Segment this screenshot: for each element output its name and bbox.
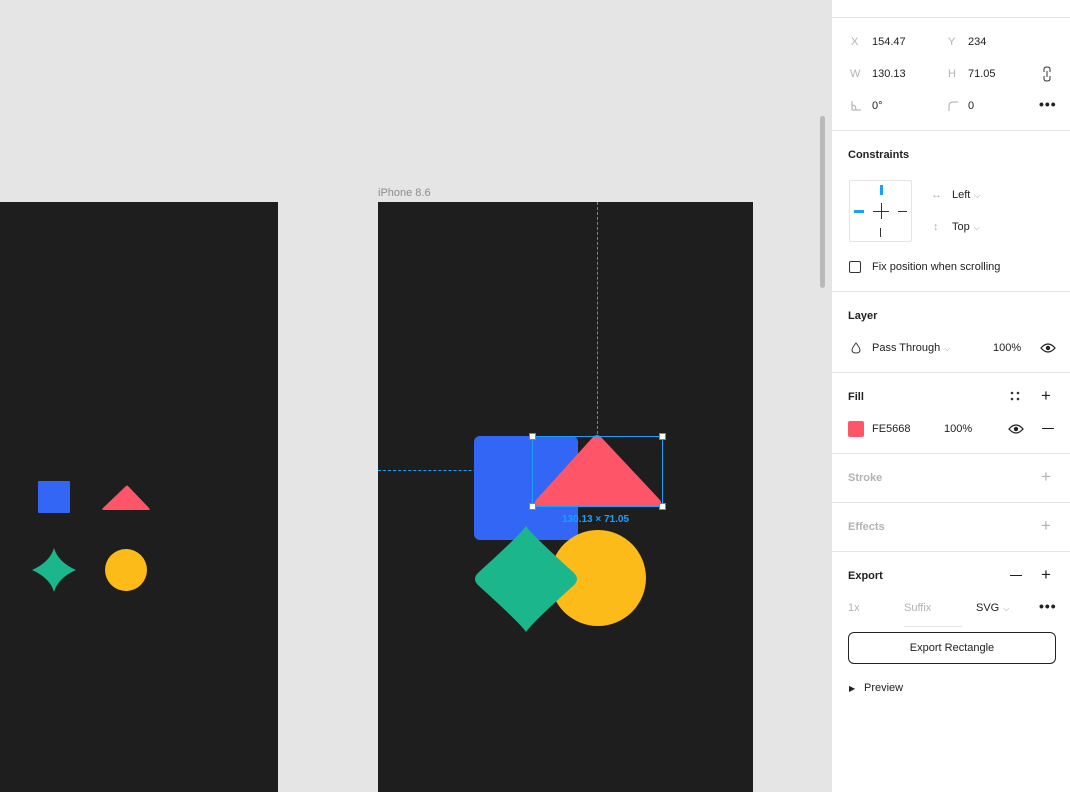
export-more-icon[interactable]: ••• bbox=[1039, 598, 1057, 614]
resize-handle-sw[interactable] bbox=[529, 503, 536, 510]
green-star[interactable] bbox=[471, 524, 581, 634]
constrain-proportions-icon[interactable] bbox=[1042, 66, 1052, 82]
rotation-icon bbox=[851, 101, 861, 111]
export-suffix-input[interactable]: Suffix bbox=[904, 602, 962, 627]
rotation-input[interactable]: 0° bbox=[872, 100, 883, 112]
canvas-scrollbar[interactable] bbox=[820, 116, 825, 288]
export-scale-select[interactable]: 1x bbox=[848, 602, 860, 614]
add-effect-icon[interactable]: + bbox=[1041, 516, 1051, 536]
resize-handle-nw[interactable] bbox=[529, 433, 536, 440]
selection-size-label: 130.13 × 71.05 bbox=[562, 514, 630, 525]
corner-radius-icon bbox=[948, 101, 958, 111]
preview-caret-icon[interactable]: ▶ bbox=[849, 684, 855, 693]
fill-color-swatch[interactable] bbox=[848, 421, 864, 437]
add-export-icon[interactable]: + bbox=[1041, 565, 1051, 585]
effects-title: Effects bbox=[848, 521, 885, 533]
x-label: X bbox=[851, 36, 859, 48]
add-fill-icon[interactable]: + bbox=[1041, 386, 1051, 406]
vertical-constraint-select[interactable]: Top ⌵ bbox=[952, 221, 980, 233]
stroke-title: Stroke bbox=[848, 472, 883, 484]
h-label: H bbox=[948, 68, 956, 80]
remove-export-icon[interactable] bbox=[1010, 575, 1022, 576]
h-input[interactable]: 71.05 bbox=[968, 68, 996, 80]
corner-radius-input[interactable]: 0 bbox=[968, 100, 974, 112]
fix-position-checkbox[interactable] bbox=[849, 261, 861, 273]
styles-grid-icon[interactable] bbox=[1010, 391, 1020, 401]
preview-toggle[interactable]: Preview bbox=[864, 682, 903, 694]
small-green-star[interactable] bbox=[32, 548, 76, 592]
horizontal-constraint-icon: ↔ bbox=[931, 189, 942, 201]
blend-mode-select[interactable]: Pass Through ⌵ bbox=[872, 342, 950, 354]
small-blue-square[interactable] bbox=[38, 481, 70, 513]
constraints-widget[interactable] bbox=[849, 180, 912, 242]
add-stroke-icon[interactable]: + bbox=[1041, 467, 1051, 487]
design-canvas[interactable]: iPhone 8.6 130.13 × 71.05 bbox=[0, 0, 831, 792]
layer-opacity-input[interactable]: 100% bbox=[993, 342, 1021, 354]
fill-opacity-input[interactable]: 100% bbox=[944, 423, 972, 435]
small-red-triangle[interactable] bbox=[101, 485, 151, 511]
export-rectangle-button[interactable]: Export Rectangle bbox=[848, 632, 1056, 664]
resize-handle-se[interactable] bbox=[659, 503, 666, 510]
x-input[interactable]: 154.47 bbox=[872, 36, 906, 48]
fill-hex-input[interactable]: FE5668 bbox=[872, 423, 911, 435]
selection-box[interactable] bbox=[532, 436, 663, 507]
resize-handle-ne[interactable] bbox=[659, 433, 666, 440]
blend-mode-icon bbox=[851, 342, 861, 354]
export-title: Export bbox=[848, 570, 883, 582]
w-label: W bbox=[850, 68, 861, 80]
eye-icon[interactable] bbox=[1040, 342, 1056, 354]
constraints-title: Constraints bbox=[848, 149, 910, 161]
small-yellow-circle[interactable] bbox=[105, 549, 147, 591]
horizontal-constraint-select[interactable]: Left ⌵ bbox=[952, 189, 980, 201]
fill-title: Fill bbox=[848, 391, 864, 403]
y-label: Y bbox=[948, 36, 956, 48]
properties-panel: X 154.47 Y 234 W 130.13 H 71.05 0° 0 •••… bbox=[831, 0, 1070, 792]
vertical-constraint-icon: ↕ bbox=[933, 221, 939, 233]
w-input[interactable]: 130.13 bbox=[872, 68, 906, 80]
more-icon[interactable]: ••• bbox=[1039, 96, 1057, 112]
vertical-guide bbox=[597, 202, 598, 434]
layer-title: Layer bbox=[848, 310, 878, 322]
fill-visibility-icon[interactable] bbox=[1008, 423, 1024, 435]
y-input[interactable]: 234 bbox=[968, 36, 986, 48]
fix-position-label: Fix position when scrolling bbox=[872, 261, 1001, 273]
remove-fill-icon[interactable] bbox=[1042, 428, 1054, 429]
export-format-select[interactable]: SVG ⌵ bbox=[976, 602, 1009, 614]
frame-label[interactable]: iPhone 8.6 bbox=[378, 187, 431, 199]
